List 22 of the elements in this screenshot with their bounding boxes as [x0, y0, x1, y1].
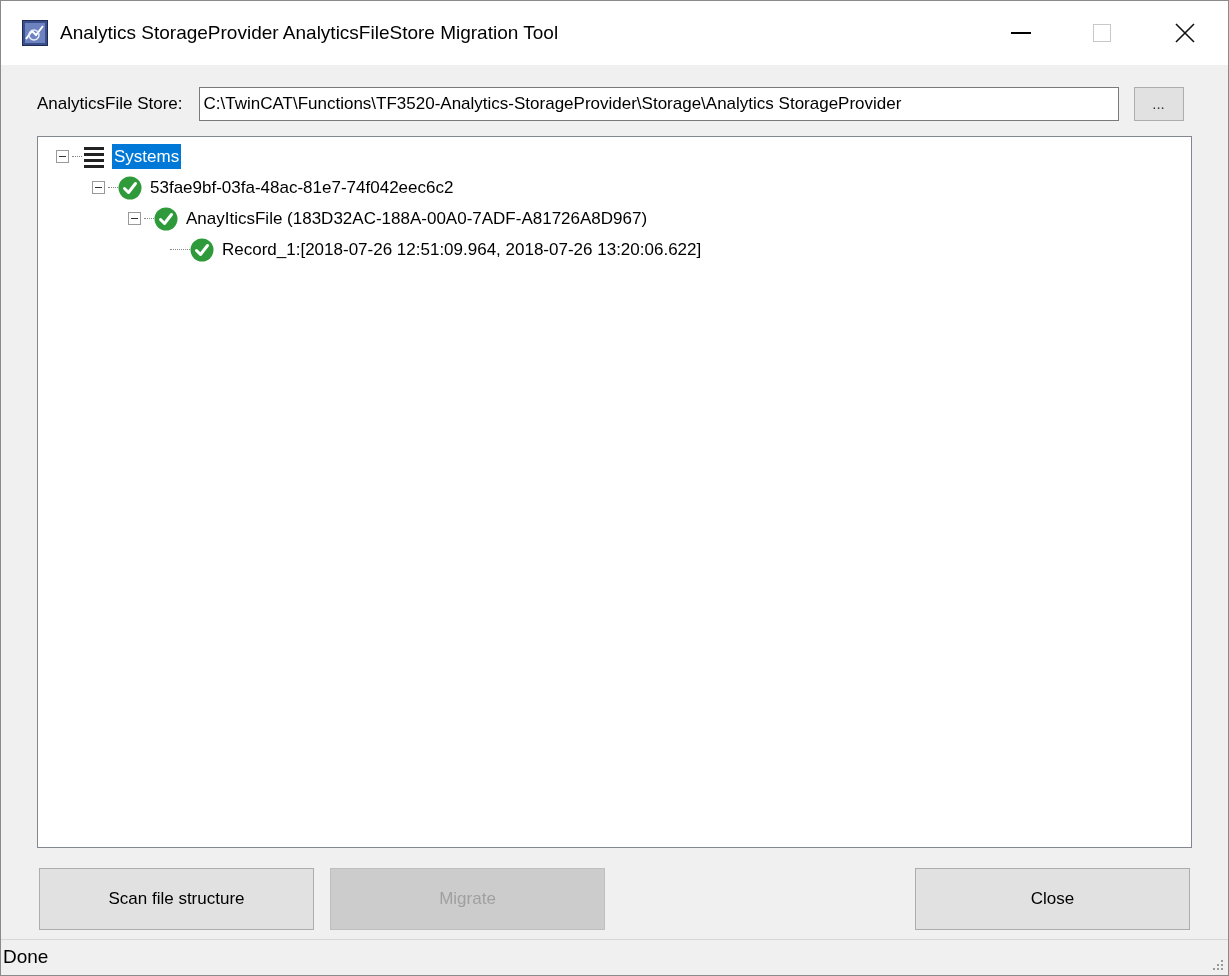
resize-grip-icon[interactable] [1212, 959, 1224, 971]
dialog-button[interactable]: Scan file structure [39, 868, 314, 930]
tree-node-label[interactable]: Systems [112, 143, 182, 170]
list-icon [82, 144, 106, 169]
maximize-icon [1093, 24, 1111, 42]
close-icon[interactable] [1175, 23, 1195, 43]
check-icon [118, 175, 142, 200]
tree-node-label[interactable]: AnayIticsFile (183D32AC-188A-00A0-7ADF-A81726A8D967) [184, 205, 650, 232]
store-path-field[interactable]: C:\TwinCAT\Functions\TF3520-Analytics-StorageProvider\Storage\Analytics StorageProvider [198, 87, 1119, 121]
store-label: AnalyticsFile Store: [37, 93, 183, 116]
tree-node-label[interactable]: 53fae9bf-03fa-48ac-81e7-74f042eec6c2 [148, 174, 456, 201]
window-title: Analytics StorageProvider AnalyticsFileStore Migration Tool [60, 20, 559, 45]
collapse-icon[interactable] [127, 212, 141, 225]
browse-button[interactable]: ... [1133, 87, 1184, 121]
status-text: Done [3, 945, 49, 970]
tree-node-label[interactable]: Record_1:[2018-07-26 12:51:09.964, 2018-07-26 13:20:06.622] [220, 236, 704, 263]
check-icon [190, 237, 214, 262]
collapse-icon[interactable] [55, 150, 69, 163]
check-icon [154, 206, 178, 231]
dialog-button[interactable]: Close [915, 868, 1190, 930]
collapse-icon[interactable] [91, 181, 105, 194]
app-icon [22, 20, 48, 46]
